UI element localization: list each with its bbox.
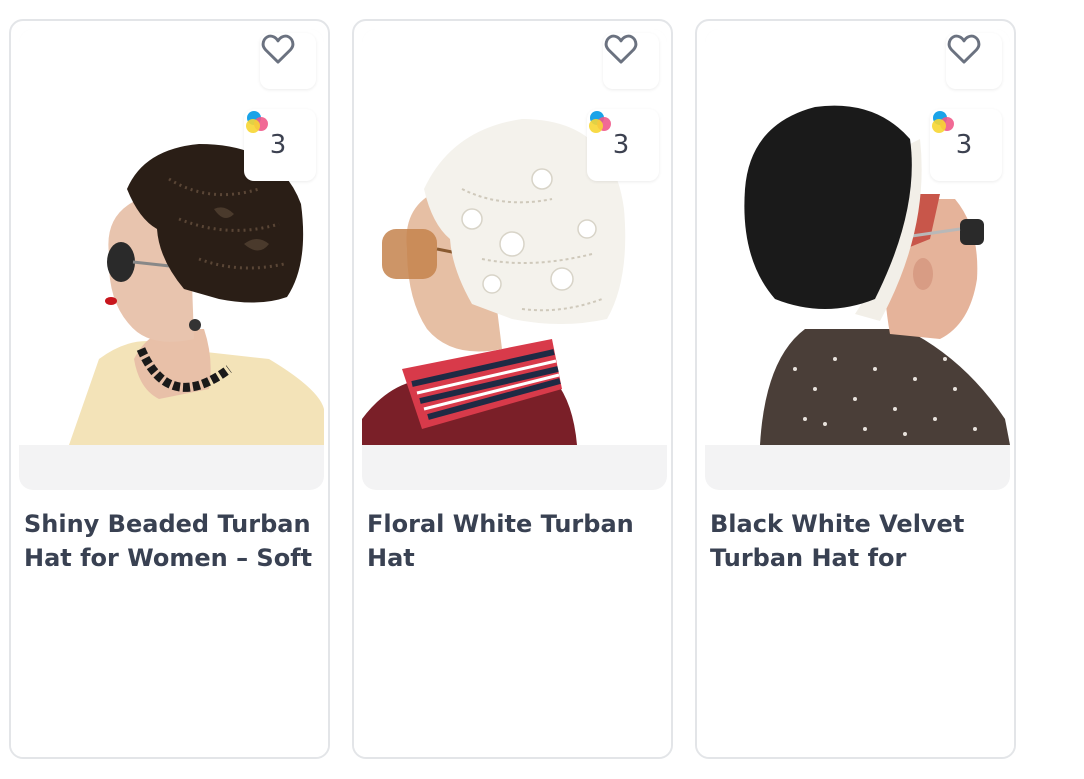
color-variants-badge[interactable]: 3 <box>930 109 1002 181</box>
card-footer <box>11 580 328 757</box>
favorite-button[interactable] <box>603 33 659 89</box>
product-card[interactable]: 3 Floral White Turban Hat <box>352 19 673 759</box>
favorite-button[interactable] <box>260 33 316 89</box>
product-card[interactable]: 3 Shiny Beaded Turban Hat for Women – So… <box>9 19 330 759</box>
card-footer <box>697 580 1014 757</box>
product-title[interactable]: Black White Velvet Turban Hat for Women <box>710 507 1006 575</box>
variant-count: 3 <box>269 130 287 160</box>
variant-count: 3 <box>955 130 973 160</box>
product-card[interactable]: 3 Black White Velvet Turban Hat for Wome… <box>695 19 1016 759</box>
product-title[interactable]: Floral White Turban Hat <box>367 507 663 575</box>
color-variants-badge[interactable]: 3 <box>244 109 316 181</box>
product-image[interactable]: 3 <box>19 29 324 490</box>
card-footer <box>354 580 671 757</box>
product-title[interactable]: Shiny Beaded Turban Hat for Women – Soft <box>24 507 320 575</box>
product-image[interactable]: 3 <box>362 29 667 490</box>
favorite-button[interactable] <box>946 33 1002 89</box>
variant-count: 3 <box>612 130 630 160</box>
product-grid: 3 Shiny Beaded Turban Hat for Women – So… <box>0 0 1084 779</box>
color-variants-badge[interactable]: 3 <box>587 109 659 181</box>
product-image[interactable]: 3 <box>705 29 1010 490</box>
